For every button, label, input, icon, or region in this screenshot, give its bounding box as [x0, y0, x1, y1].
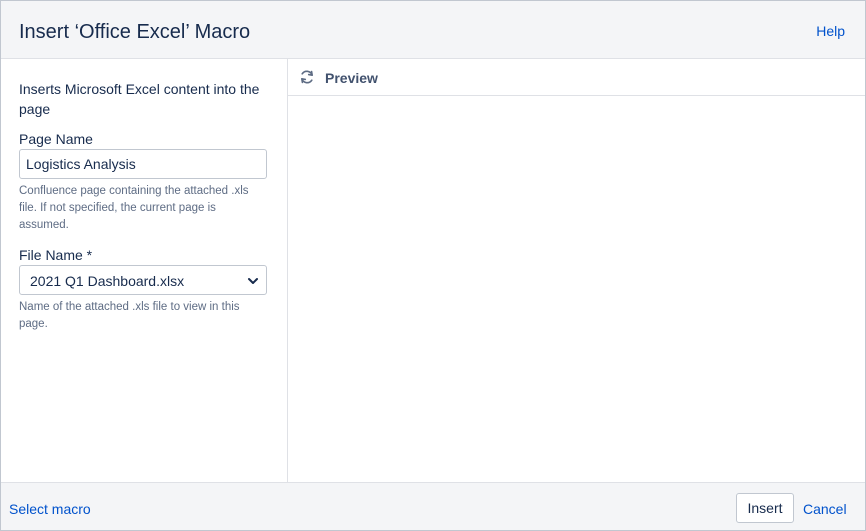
chevron-down-icon — [248, 278, 258, 284]
file-name-selected-value: 2021 Q1 Dashboard.xlsx — [30, 273, 185, 289]
preview-label: Preview — [325, 70, 378, 86]
preview-content-area — [288, 96, 865, 482]
select-macro-link[interactable]: Select macro — [9, 501, 91, 517]
macro-description: Inserts Microsoft Excel content into the… — [19, 81, 260, 117]
help-link[interactable]: Help — [816, 23, 845, 39]
insert-button[interactable]: Insert — [736, 493, 794, 523]
macro-parameters-panel: Inserts Microsoft Excel content into the… — [1, 59, 288, 482]
cancel-link[interactable]: Cancel — [803, 501, 847, 517]
file-name-select[interactable]: 2021 Q1 Dashboard.xlsx — [19, 265, 267, 295]
page-name-input[interactable] — [19, 149, 267, 179]
macro-dialog: Insert ‘Office Excel’ Macro Help Inserts… — [0, 0, 866, 531]
page-name-label: Page Name — [19, 131, 93, 147]
dialog-title: Insert ‘Office Excel’ Macro — [19, 21, 251, 43]
preview-header[interactable]: Preview — [288, 59, 865, 96]
preview-panel: Preview — [288, 59, 865, 482]
file-name-label: File Name * — [19, 247, 93, 263]
file-name-help: Name of the attached .xls file to view i… — [19, 301, 240, 330]
page-name-help: Confluence page containing the attached … — [19, 185, 249, 231]
refresh-icon[interactable] — [299, 69, 315, 85]
dialog-footer: Select macro Insert Cancel — [1, 482, 865, 530]
dialog-header: Insert ‘Office Excel’ Macro Help — [1, 1, 865, 59]
